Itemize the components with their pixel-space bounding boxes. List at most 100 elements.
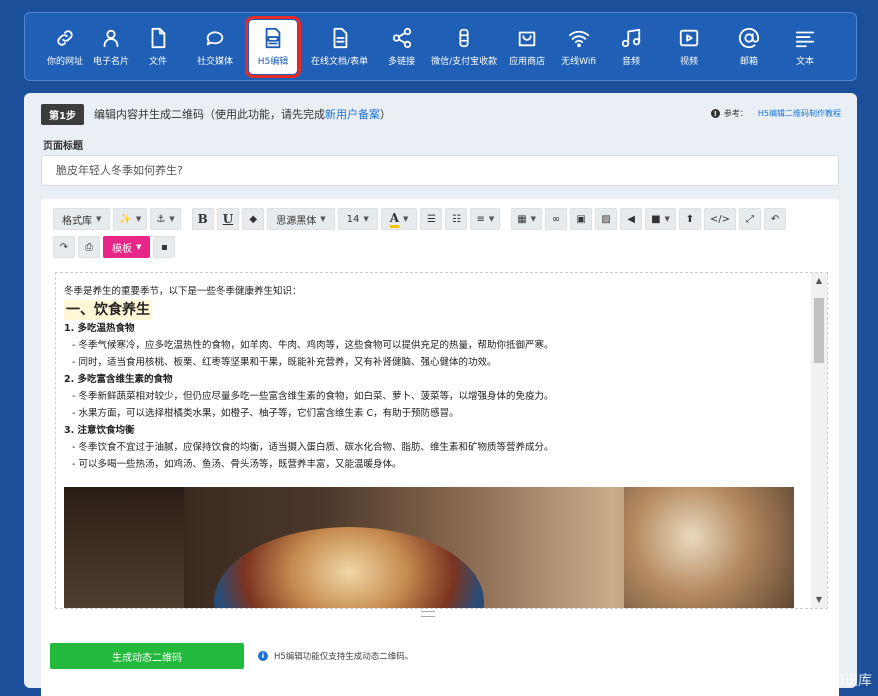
source-code-button[interactable]: </> <box>703 208 737 230</box>
page-title-input[interactable]: 脆皮年轻人冬季如何养生? <box>41 155 839 186</box>
redo-button[interactable]: ↷ <box>53 236 75 258</box>
fullscreen-button[interactable]: ⤢ <box>739 208 762 230</box>
editor-content[interactable]: 冬季是养生的重要季节，以下是一些冬季健康养生知识： 一、饮食养生 1. 多吃温热… <box>55 272 828 609</box>
resize-handle[interactable] <box>421 611 435 617</box>
reference: ! 参考： H5编辑二维码制作教程 <box>710 108 841 119</box>
nav-item-wifi[interactable]: 无线Wifi <box>561 20 596 74</box>
chat-bubble-icon <box>204 27 226 49</box>
subsection-heading: 3. 注意饮食均衡 <box>64 425 135 436</box>
nav-item-label: 电子名片 <box>93 56 130 67</box>
format-library-label: 格式库 <box>62 215 92 227</box>
main-panel: 第1步 编辑内容并生成二维码（使用此功能，请先完成新用户备案） ! 参考： H5… <box>24 93 857 696</box>
page-title-label: 页面标题 <box>43 141 83 152</box>
scroll-up-arrow-icon[interactable]: ▲ <box>811 273 827 289</box>
editor-toolbar: 格式库 ▼ ✨ ▼ ⚓ ▼ B U ◆ 思源黑体 ▼ 14 ▼ A ▼ ☰ ☷ ≡ ▼ ▦ ▼ … <box>53 207 833 263</box>
subsection-heading: 1. 多吃温热食物 <box>64 323 135 334</box>
nav-item-h5-editor[interactable]: H5编辑 <box>245 15 302 78</box>
numbered-list-button[interactable]: ☷ <box>445 208 468 230</box>
code-icon: </> <box>709 213 731 225</box>
footer-note-text: H5编辑功能仅支持生成动态二维码。 <box>274 652 414 662</box>
generate-qr-button[interactable]: 生成动态二维码 <box>50 643 244 669</box>
font-color-icon: A <box>389 211 400 228</box>
template-dropdown[interactable]: 模板 ▼ <box>103 236 151 258</box>
nav-item-label: H5编辑 <box>257 56 289 67</box>
wallet-icon <box>453 27 475 49</box>
font-size-dropdown[interactable]: 14 ▼ <box>337 208 378 230</box>
nav-item-video[interactable]: 视频 <box>678 20 700 74</box>
nav-item-audio[interactable]: 音频 <box>620 20 642 74</box>
tutorial-link[interactable]: H5编辑二维码制作教程 <box>758 108 841 119</box>
bullet-list-button[interactable]: ☰ <box>420 208 443 230</box>
font-family-dropdown[interactable]: 思源黑体 ▼ <box>267 208 335 230</box>
reference-label: 参考： <box>723 109 748 118</box>
step-badge: 第1步 <box>41 103 84 125</box>
list-item: - 冬季气候寒冷，应多吃温热性的食物，如羊肉、牛肉、鸡肉等，这些食物可以提供充足… <box>72 340 554 351</box>
save-draft-button[interactable]: ▪ <box>153 236 176 258</box>
nav-item-multi-link[interactable]: 多链接 <box>388 20 415 74</box>
nav-item-online-doc[interactable]: 在线文档/表单 <box>311 20 368 74</box>
eraser-icon: ◆ <box>249 213 258 225</box>
nav-item-label: 应用商店 <box>509 56 546 67</box>
image-button[interactable]: ▨ <box>595 208 618 230</box>
scroll-down-arrow-icon[interactable]: ▼ <box>811 592 827 608</box>
watermark: CSDN @互联网运营知识库 <box>701 673 872 689</box>
video-play-icon <box>678 27 700 49</box>
intro-paragraph: 冬季是养生的重要季节，以下是一些冬季健康养生知识： <box>64 286 302 297</box>
video-dropdown[interactable]: ■ ▼ <box>645 208 676 230</box>
list-item: - 同时，适当食用核桃、板栗、红枣等坚果和干果，既能补充营养，又有补肾健脑、强心… <box>72 357 497 368</box>
nav-item-label: 社交媒体 <box>197 56 234 67</box>
nav-item-label: 邮箱 <box>740 56 759 67</box>
music-note-icon <box>620 27 642 49</box>
anchor-button[interactable]: ⚓ ▼ <box>150 208 181 230</box>
align-dropdown[interactable]: ≡ ▼ <box>470 208 501 230</box>
insert-link-button[interactable]: ∞ <box>545 208 568 230</box>
link-icon <box>54 27 76 49</box>
template-label: 模板 <box>112 243 132 255</box>
register-link[interactable]: 新用户备案 <box>325 108 380 121</box>
nav-item-payment[interactable]: 微信/支付宝收款 <box>431 20 497 74</box>
table-dropdown[interactable]: ▦ ▼ <box>511 208 543 230</box>
table-icon: ▦ <box>517 213 527 225</box>
editor-scrollbar[interactable]: ▲ ▼ <box>811 273 827 608</box>
at-sign-icon <box>738 27 760 49</box>
underline-icon: U <box>222 212 234 226</box>
expand-icon: ⤢ <box>746 213 755 225</box>
magic-wand-icon: ✨ <box>119 213 132 225</box>
audio-button[interactable]: ◀ <box>620 208 643 230</box>
document-icon <box>329 27 351 49</box>
scrollbar-thumb[interactable] <box>814 298 824 363</box>
image-icon: ▨ <box>601 213 611 225</box>
nav-item-url[interactable]: 你的网址 <box>47 20 83 74</box>
nav-item-label: 视频 <box>680 56 699 67</box>
print-button[interactable]: ⎙ <box>78 236 100 258</box>
file-icon <box>147 27 169 49</box>
nav-item-social-media[interactable]: 社交媒体 <box>197 20 233 74</box>
subsection-heading: 2. 多吃富含维生素的食物 <box>64 374 173 385</box>
gallery-button[interactable]: ▣ <box>570 208 593 230</box>
font-color-dropdown[interactable]: A ▼ <box>380 208 418 230</box>
list-item: - 水果方面，可以选择柑橘类水果，如橙子、柚子等，它们富含维生素 C，有助于预防… <box>72 408 459 419</box>
magic-wand-button[interactable]: ✨ ▼ <box>113 208 148 230</box>
bold-button[interactable]: B <box>191 208 214 230</box>
video-camera-icon: ■ <box>651 213 661 225</box>
font-family-label: 思源黑体 <box>276 215 317 227</box>
redo-icon: ↷ <box>59 241 69 253</box>
nav-item-label: 无线Wifi <box>561 56 597 67</box>
format-library-dropdown[interactable]: 格式库 ▼ <box>53 208 111 230</box>
nav-item-business-card[interactable]: 电子名片 <box>93 20 129 74</box>
upload-icon: ⬆ <box>685 213 695 225</box>
font-size-label: 14 <box>346 213 360 225</box>
nav-item-file[interactable]: 文件 <box>147 20 169 74</box>
step-instruction: 编辑内容并生成二维码（使用此功能，请先完成新用户备案） <box>94 106 391 122</box>
numbered-list-icon: ☷ <box>451 213 461 225</box>
nav-item-email[interactable]: 邮箱 <box>738 20 760 74</box>
upload-button[interactable]: ⬆ <box>678 208 701 230</box>
undo-button[interactable]: ↶ <box>764 208 787 230</box>
nav-item-text[interactable]: 文本 <box>794 20 816 74</box>
step-text-end: ） <box>379 108 391 121</box>
list-item: - 可以多喝一些热汤，如鸡汤、鱼汤、骨头汤等，既营养丰富，又能温暖身体。 <box>72 459 402 470</box>
eraser-button[interactable]: ◆ <box>242 208 265 230</box>
speaker-icon: ◀ <box>627 213 635 225</box>
nav-item-app-store[interactable]: 应用商店 <box>509 20 545 74</box>
underline-button[interactable]: U <box>216 208 240 230</box>
